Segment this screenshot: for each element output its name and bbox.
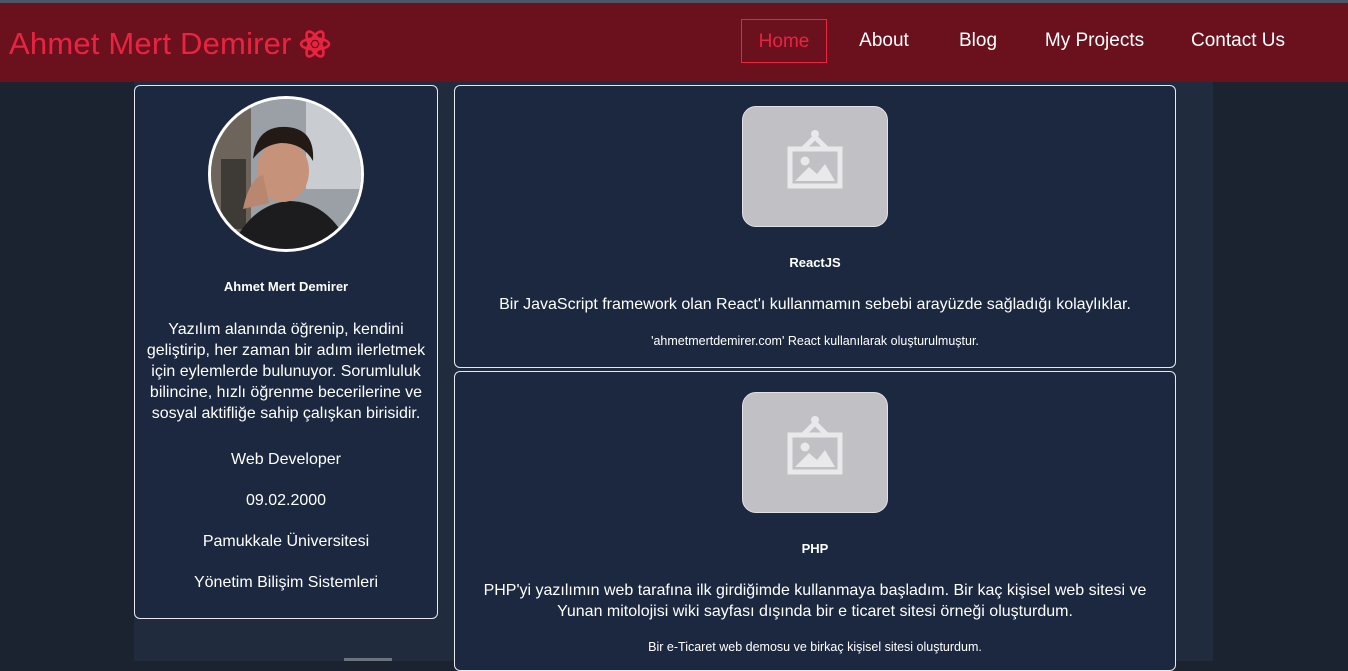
project-image [742,106,888,227]
profile-department: Yönetim Bilişim Sistemleri [193,574,379,591]
image-placeholder-icon [787,416,843,475]
nav-contact-us[interactable]: Contact Us [1178,19,1298,63]
nav-about[interactable]: About [845,19,923,63]
profile-role: Web Developer [231,451,341,468]
brand-link[interactable]: Ahmet Mert Demirer [9,26,331,62]
nav-home[interactable]: Home [741,19,827,63]
project-image [742,392,888,513]
project-title: PHP [801,541,829,556]
profile-card: Ahmet Mert Demirer Yazılım alanında öğre… [134,85,438,619]
project-note: 'ahmetmertdemirer.com' React kullanılara… [651,334,979,348]
project-note: Bir e-Ticaret web demosu ve birkaç kişis… [648,640,982,654]
profile-birthdate: 09.02.2000 [245,492,327,509]
profile-avatar [208,96,364,252]
project-description: PHP'yi yazılımın web tarafına ilk girdiğ… [483,582,1147,620]
react-atom-icon [299,30,330,58]
profile-name: Ahmet Mert Demirer [223,279,349,294]
nav-blog[interactable]: Blog [945,19,1011,63]
brand-name: Ahmet Mert Demirer [9,26,292,61]
project-card-php: PHP PHP'yi yazılımın web tarafına ilk gi… [454,371,1176,671]
profile-bio: Yazılım alanında öğrenip, kendini gelişt… [146,321,426,422]
avatar-photo [211,99,361,249]
project-title: ReactJS [789,255,841,270]
nav-my-projects[interactable]: My Projects [1033,19,1156,63]
profile-university: Pamukkale Üniversitesi [202,533,370,550]
navbar: Ahmet Mert Demirer Home About Blog My Pr… [0,3,1348,82]
image-placeholder-icon [787,130,843,189]
project-card-reactjs: ReactJS Bir JavaScript framework olan Re… [454,85,1176,368]
project-description: Bir JavaScript framework olan React'ı ku… [499,296,1131,313]
